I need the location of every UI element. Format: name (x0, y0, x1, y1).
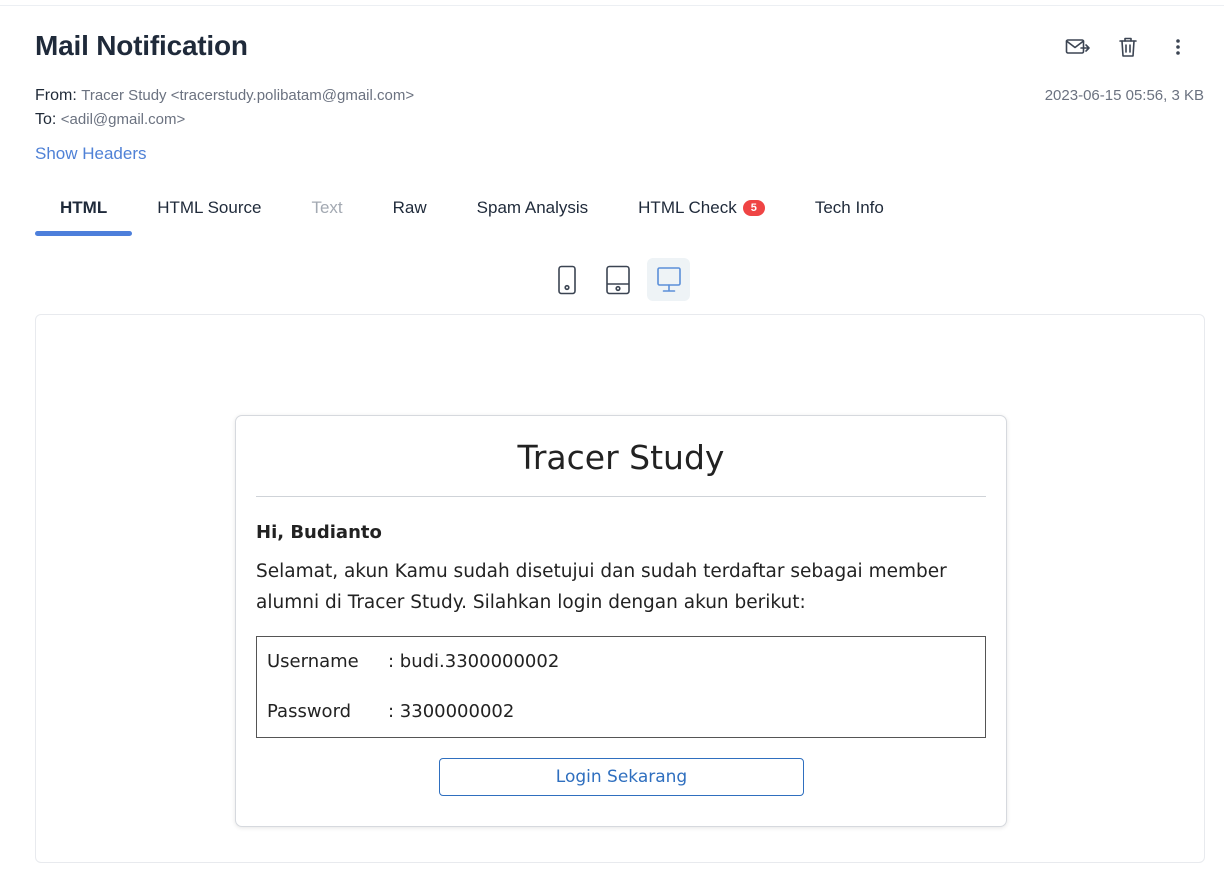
to-row: To: <adil@gmail.com> (35, 108, 414, 132)
from-label: From: (35, 87, 77, 104)
top-divider (0, 5, 1224, 6)
message-actions (1062, 34, 1194, 60)
username-value: : budi.3300000002 (388, 651, 560, 672)
username-row: Username : budi.3300000002 (267, 651, 559, 672)
from-row: From: Tracer Study <tracerstudy.polibata… (35, 84, 414, 108)
tab-label: HTML (60, 198, 108, 217)
to-label: To: (35, 111, 57, 128)
more-vertical-icon (1176, 39, 1180, 55)
tab-raw[interactable]: Raw (368, 180, 452, 236)
from-value: Tracer Study <tracerstudy.polibatam@gmai… (81, 87, 415, 104)
show-headers-link[interactable]: Show Headers (35, 144, 147, 164)
forward-button[interactable] (1062, 34, 1094, 60)
email-title: Tracer Study (517, 438, 725, 477)
tab-tech-info[interactable]: Tech Info (790, 180, 909, 236)
to-value: <adil@gmail.com> (60, 111, 186, 128)
login-button[interactable]: Login Sekarang (439, 758, 804, 796)
email-greeting: Hi, Budianto (256, 522, 382, 543)
tab-label: Text (311, 198, 343, 217)
delete-button[interactable] (1112, 34, 1144, 60)
email-body: Selamat, akun Kamu sudah disetujui dan s… (256, 561, 947, 613)
view-tabs: HTML HTML Source Text Raw Spam Analysis … (35, 180, 909, 236)
username-label: Username (267, 651, 359, 672)
device-toggle (545, 258, 690, 301)
html-check-count-badge: 5 (742, 200, 765, 216)
phone-icon (557, 265, 576, 294)
tab-label: Tech Info (814, 198, 884, 217)
tab-label: HTML Check (638, 198, 737, 217)
email-preview-frame: Tracer Study Hi, Budianto Selamat, akun … (35, 314, 1205, 863)
tab-label: Raw (392, 198, 427, 217)
desktop-icon (656, 266, 681, 292)
email-card: Tracer Study Hi, Budianto Selamat, akun … (235, 415, 1007, 827)
tab-label: Spam Analysis (476, 198, 589, 217)
more-options-button[interactable] (1162, 34, 1194, 60)
page-title: Mail Notification (35, 30, 248, 61)
desktop-view-button[interactable] (647, 258, 690, 301)
tablet-view-button[interactable] (596, 258, 639, 301)
trash-icon (1119, 37, 1137, 57)
email-divider (256, 496, 986, 497)
password-value: : 3300000002 (388, 701, 515, 722)
phone-view-button[interactable] (545, 258, 588, 301)
tab-spam-analysis[interactable]: Spam Analysis (452, 180, 614, 236)
password-row: Password : 3300000002 (267, 701, 514, 722)
tab-html-source[interactable]: HTML Source (132, 180, 286, 236)
message-meta: From: Tracer Study <tracerstudy.polibata… (35, 84, 414, 132)
credentials-box: Username : budi.3300000002 Password : 3300… (256, 636, 986, 738)
tab-html-check[interactable]: HTML Check 5 (613, 180, 790, 236)
tablet-icon (605, 265, 630, 294)
tab-text[interactable]: Text (286, 180, 367, 236)
date-size: 2023-06-15 05:56, 3 KB (1044, 87, 1204, 104)
envelope-forward-icon (1065, 39, 1090, 54)
password-label: Password (267, 701, 352, 722)
tab-label: HTML Source (157, 198, 262, 217)
tab-html[interactable]: HTML (35, 180, 133, 236)
